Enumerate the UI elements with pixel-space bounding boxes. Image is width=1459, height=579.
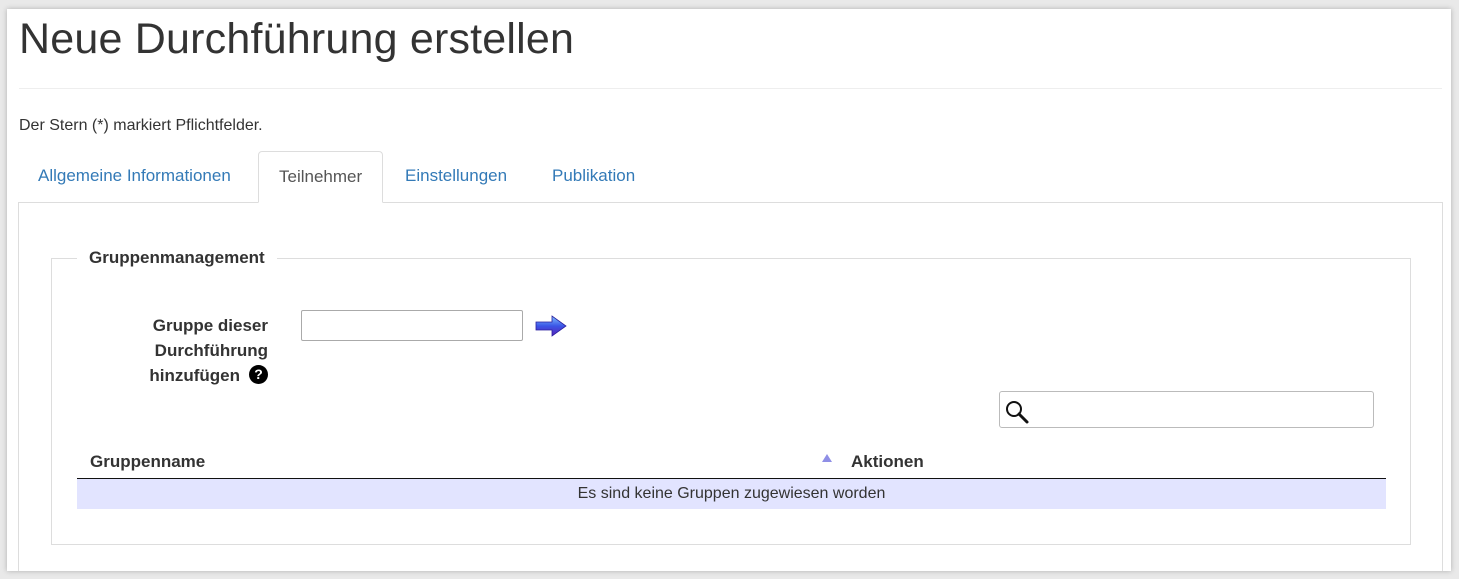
add-group-label-line2: Durchführung: [154, 341, 268, 360]
search-icon: [1006, 401, 1029, 424]
column-header-gruppenname[interactable]: Gruppenname: [90, 452, 205, 472]
arrow-right-icon[interactable]: [535, 314, 567, 338]
add-group-label-line1: Gruppe dieser: [152, 316, 268, 335]
tab-publikation[interactable]: Publikation: [532, 151, 655, 201]
tab-teilnehmer[interactable]: Teilnehmer: [258, 151, 384, 203]
tab-allgemeine-informationen[interactable]: Allgemeine Informationen: [18, 151, 251, 201]
groups-table-header: Gruppenname Aktionen: [77, 448, 1386, 479]
add-group-label-line3: hinzufügen: [149, 366, 240, 385]
question-circle-icon[interactable]: ?: [249, 365, 268, 385]
tab-bar: Allgemeine Informationen Teilnehmer Eins…: [18, 151, 1443, 203]
group-search-box: [999, 391, 1374, 428]
required-fields-note: Der Stern (*) markiert Pflichtfelder.: [19, 117, 263, 134]
sort-ascending-icon[interactable]: [822, 454, 832, 462]
group-search-input[interactable]: [1034, 394, 1372, 427]
group-management-fieldset: Gruppenmanagement Gruppe dieser Durchfüh…: [51, 248, 1411, 545]
page-title: Neue Durchführung erstellen: [19, 15, 575, 63]
column-header-aktionen: Aktionen: [851, 452, 924, 471]
tab-content-teilnehmer: Gruppenmanagement Gruppe dieser Durchfüh…: [18, 202, 1443, 571]
title-divider: [19, 88, 1442, 89]
add-group-label: Gruppe dieser Durchführung hinzufügen?: [122, 313, 268, 388]
add-group-input[interactable]: [301, 310, 523, 341]
table-empty-row: Es sind keine Gruppen zugewiesen worden: [77, 479, 1386, 509]
tab-einstellungen[interactable]: Einstellungen: [385, 151, 527, 201]
group-management-legend: Gruppenmanagement: [89, 248, 265, 267]
main-panel: Neue Durchführung erstellen Der Stern (*…: [7, 9, 1451, 571]
